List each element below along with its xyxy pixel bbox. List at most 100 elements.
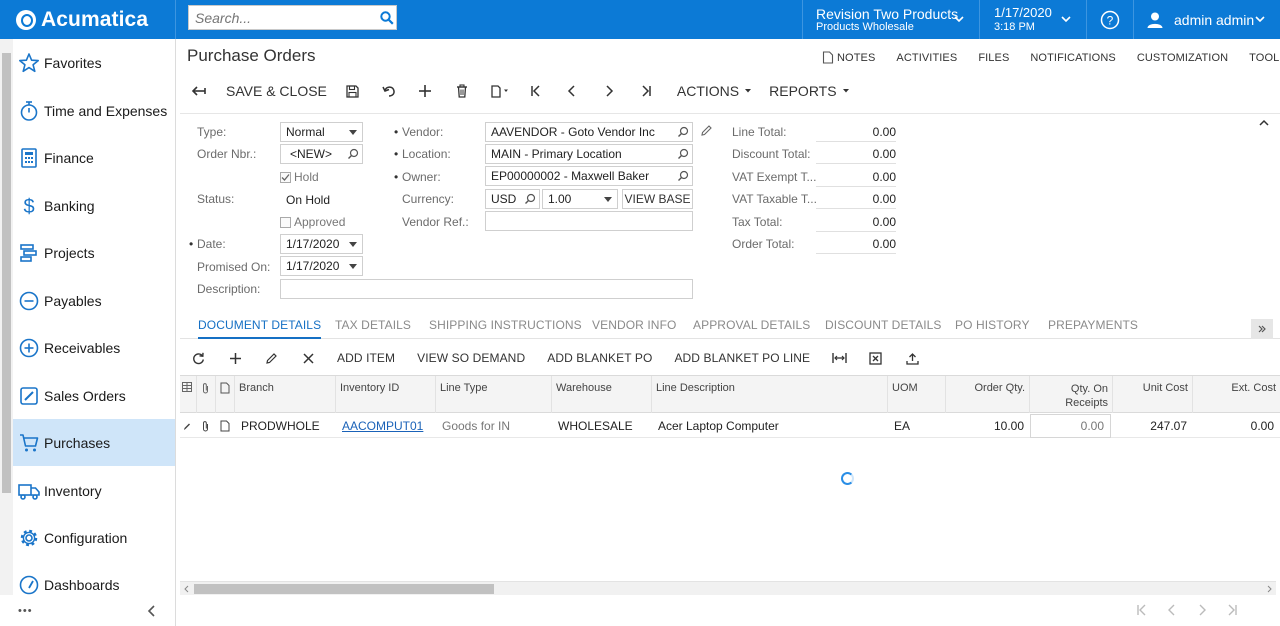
previous-page-icon[interactable] (1166, 604, 1178, 616)
promised-on-field[interactable]: 1/17/2020 (280, 256, 363, 276)
add-item-button[interactable]: ADD ITEM (326, 345, 406, 371)
owner-field[interactable]: EP00000002 - Maxwell Baker (485, 166, 693, 186)
first-page-icon[interactable] (1136, 604, 1148, 616)
sidebar-item-receivables[interactable]: Receivables (13, 324, 175, 371)
sidebar-item-favorites[interactable]: Favorites (13, 39, 175, 86)
column-header-order-qty[interactable]: Order Qty. (946, 376, 1030, 413)
reports-menu[interactable]: REPORTS (761, 78, 858, 104)
search-icon[interactable] (677, 126, 689, 138)
cell-uom[interactable]: EA (888, 414, 946, 438)
cell-line-type[interactable]: Goods for IN (436, 414, 552, 438)
currency-field[interactable]: USD (485, 189, 540, 209)
edit-row-button[interactable] (253, 345, 290, 371)
order-nbr-field[interactable]: <NEW> (280, 144, 363, 164)
tab-tax-details[interactable]: TAX DETAILS (335, 318, 411, 339)
column-header-line-description[interactable]: Line Description (652, 376, 888, 413)
sidebar-item-payables[interactable]: Payables (13, 277, 175, 324)
save-button[interactable] (335, 78, 371, 104)
app-logo[interactable]: Acumatica (0, 0, 176, 39)
sidebar-item-sales-orders[interactable]: Sales Orders (13, 372, 175, 419)
add-blanket-po-button[interactable]: ADD BLANKET PO (536, 345, 663, 371)
paperclip-icon[interactable] (197, 414, 216, 438)
column-header-uom[interactable]: UOM (888, 376, 946, 413)
export-excel-button[interactable] (857, 345, 894, 371)
search-icon[interactable] (677, 148, 689, 160)
delete-button[interactable] (444, 78, 480, 104)
add-record-button[interactable] (407, 78, 444, 104)
sidebar-item-configuration[interactable]: Configuration (13, 514, 175, 561)
collapse-sidebar-icon[interactable] (147, 604, 157, 617)
first-record-button[interactable] (518, 78, 554, 104)
sidebar-item-banking[interactable]: $ Banking (13, 182, 175, 229)
cell-unit-cost[interactable]: 247.07 (1113, 414, 1193, 438)
collapse-summary-icon[interactable] (1258, 118, 1270, 128)
cell-qty-on-receipts[interactable]: 0.00 (1030, 414, 1111, 438)
clipboard-menu-button[interactable] (480, 78, 518, 104)
sidebar-scrollbar[interactable] (0, 39, 13, 595)
help-button[interactable]: ? (1086, 0, 1133, 39)
notes-button[interactable]: NOTES (822, 51, 875, 64)
business-date-selector[interactable]: 1/17/2020 3:18 PM (979, 0, 1086, 39)
currency-rate-select[interactable]: 1.00 (542, 189, 618, 209)
back-button[interactable] (180, 78, 218, 104)
tab-shipping-instructions[interactable]: SHIPPING INSTRUCTIONS (429, 318, 582, 339)
cell-branch[interactable]: PRODWHOLE (235, 414, 336, 438)
vendor-ref-field[interactable] (485, 211, 693, 231)
tools-menu[interactable]: TOOLS (1249, 51, 1280, 64)
cell-order-qty[interactable]: 10.00 (946, 414, 1030, 438)
search-icon[interactable] (677, 170, 689, 182)
activities-button[interactable]: ACTIVITIES (896, 51, 957, 64)
caret-down-icon[interactable] (349, 242, 357, 248)
add-row-button[interactable] (217, 345, 253, 371)
edit-vendor-icon[interactable] (700, 124, 713, 137)
hold-checkbox[interactable]: Hold (280, 170, 319, 184)
view-base-button[interactable]: VIEW BASE (622, 189, 693, 209)
column-header-unit-cost[interactable]: Unit Cost (1113, 376, 1193, 413)
refresh-button[interactable] (180, 345, 217, 371)
more-menu-button[interactable]: ••• (18, 605, 33, 617)
branch-selector[interactable]: Revision Two Products Products Wholesale (802, 0, 979, 39)
add-blanket-po-line-button[interactable]: ADD BLANKET PO LINE (663, 345, 821, 371)
more-tabs-button[interactable] (1251, 319, 1273, 339)
last-page-icon[interactable] (1226, 604, 1238, 616)
tab-vendor-info[interactable]: VENDOR INFO (592, 318, 676, 339)
next-page-icon[interactable] (1196, 604, 1208, 616)
caret-down-icon[interactable] (349, 264, 357, 270)
tab-document-details[interactable]: DOCUMENT DETAILS (198, 318, 322, 339)
notifications-button[interactable]: NOTIFICATIONS (1030, 51, 1115, 64)
sidebar-item-finance[interactable]: Finance (13, 134, 175, 181)
sidebar-item-projects[interactable]: Projects (13, 229, 175, 276)
delete-row-button[interactable] (290, 345, 326, 371)
type-select[interactable]: Normal (280, 122, 363, 142)
search-icon[interactable] (377, 10, 396, 25)
column-header-qty-on-receipts[interactable]: Qty. On Receipts (1030, 376, 1113, 413)
vendor-field[interactable]: AAVENDOR - Goto Vendor Inc (485, 122, 693, 142)
search-icon[interactable] (524, 193, 536, 205)
tab-prepayments[interactable]: PREPAYMENTS (1048, 318, 1138, 339)
scrollbar-thumb[interactable] (194, 584, 494, 594)
customization-button[interactable]: CUSTOMIZATION (1137, 51, 1228, 64)
scroll-left-icon[interactable] (183, 585, 190, 593)
next-record-button[interactable] (591, 78, 627, 104)
last-record-button[interactable] (627, 78, 665, 104)
previous-record-button[interactable] (554, 78, 591, 104)
tab-approval-details[interactable]: APPROVAL DETAILS (693, 318, 810, 339)
view-so-demand-button[interactable]: VIEW SO DEMAND (406, 345, 536, 371)
search-input[interactable] (189, 6, 377, 29)
sidebar-item-time-and-expenses[interactable]: Time and Expenses (13, 87, 175, 134)
column-header-line-type[interactable]: Line Type (436, 376, 552, 413)
row-selector-column[interactable] (180, 376, 197, 413)
table-row[interactable]: PRODWHOLE AACOMPUT01 Goods for IN WHOLES… (180, 414, 1280, 438)
description-field[interactable] (280, 279, 693, 299)
fit-columns-button[interactable] (821, 345, 857, 371)
sidebar-item-purchases[interactable]: Purchases (13, 419, 175, 466)
scrollbar-thumb[interactable] (2, 53, 11, 493)
undo-button[interactable] (371, 78, 407, 104)
column-header-ext-cost[interactable]: Ext. Cost (1193, 376, 1280, 413)
cell-warehouse[interactable]: WHOLESALE (552, 414, 652, 438)
scroll-right-icon[interactable] (1266, 585, 1273, 593)
files-button[interactable]: FILES (978, 51, 1009, 64)
tab-po-history[interactable]: PO HISTORY (955, 318, 1030, 339)
note-icon[interactable] (216, 414, 235, 438)
column-header-inventory-id[interactable]: Inventory ID (336, 376, 436, 413)
